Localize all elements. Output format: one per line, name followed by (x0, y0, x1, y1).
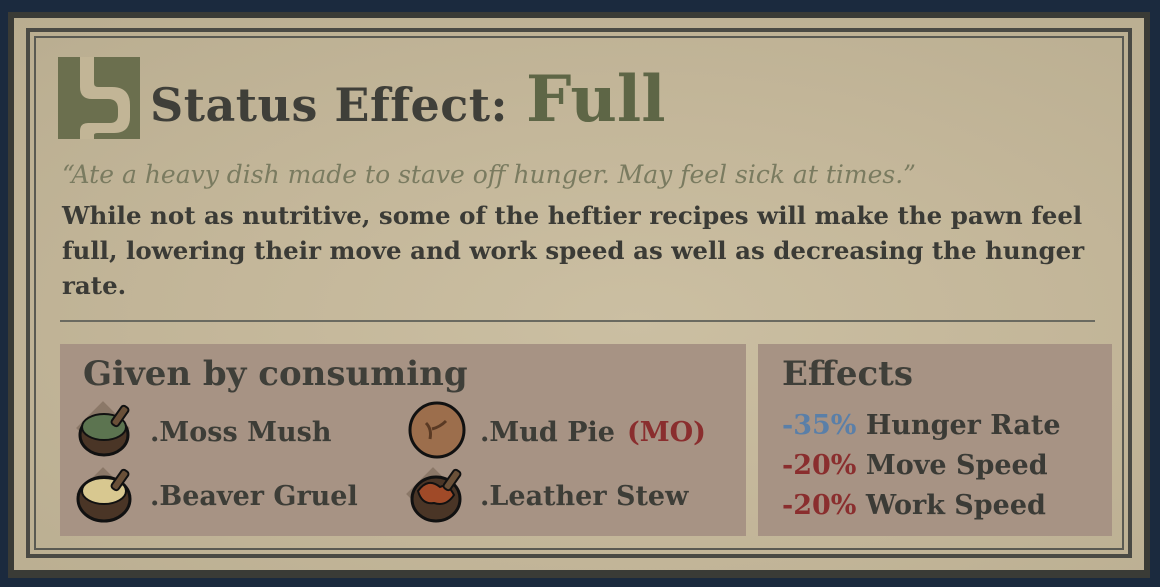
effect-value: -20% (782, 490, 857, 521)
leather-stew-pot-icon (406, 467, 462, 523)
mud-pie-icon (408, 401, 466, 459)
food-item[interactable]: .Mud Pie (MO) (406, 401, 706, 460)
food-item[interactable]: .Leather Stew (406, 467, 689, 524)
effect-value: -20% (782, 450, 857, 481)
mod-tag: (MO) (626, 416, 706, 448)
title-row: Status Effect: Full (150, 62, 666, 142)
food-item[interactable]: .Moss Mush (76, 401, 332, 460)
title-prefix: Status Effect: (150, 78, 509, 132)
beaver-gruel-pot-icon (76, 467, 132, 523)
food-item-label: .Beaver Gruel (150, 480, 358, 512)
status-name: Full (526, 62, 666, 137)
flavor-quote: “Ate a heavy dish made to stave off hung… (62, 160, 916, 189)
effect-label: Work Speed (865, 490, 1046, 521)
effects-heading: Effects (782, 354, 914, 394)
effect-row: -20% Work Speed (782, 490, 1046, 521)
food-item[interactable]: .Beaver Gruel (76, 467, 358, 524)
effect-value: -35% (782, 410, 857, 441)
effect-row: -20% Move Speed (782, 450, 1048, 481)
effect-label: Move Speed (865, 450, 1048, 481)
stomach-icon (58, 57, 140, 139)
given-by-heading: Given by consuming (83, 354, 468, 394)
effect-row: -35% Hunger Rate (782, 410, 1061, 441)
moss-mush-pot-icon (76, 401, 130, 457)
section-divider (60, 320, 1095, 322)
status-description: While not as nutritive, some of the heft… (62, 201, 1085, 300)
food-item-label: .Mud Pie (480, 416, 615, 448)
food-item-label: .Moss Mush (150, 416, 332, 448)
food-item-label: .Leather Stew (480, 480, 689, 512)
effect-label: Hunger Rate (865, 410, 1061, 441)
